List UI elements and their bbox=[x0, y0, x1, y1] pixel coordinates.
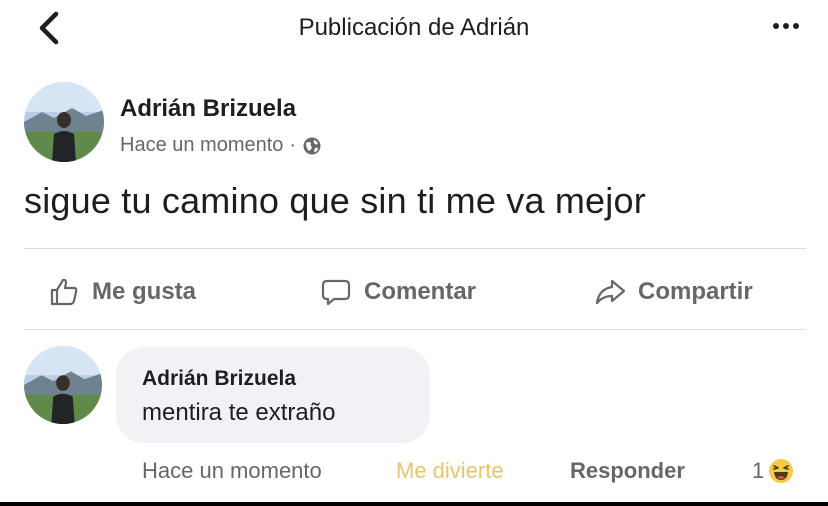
haha-emoji-icon bbox=[769, 459, 794, 483]
like-button[interactable]: Me gusta bbox=[48, 276, 196, 308]
top-bar: Publicación de Adrián bbox=[0, 0, 828, 56]
thumbs-up-icon bbox=[50, 278, 78, 306]
more-dot-icon bbox=[773, 23, 779, 29]
post-author-name[interactable]: Adrián Brizuela bbox=[120, 95, 296, 123]
more-options-button[interactable] bbox=[766, 16, 806, 36]
like-label: Me gusta bbox=[92, 278, 197, 305]
globe-icon[interactable] bbox=[302, 136, 322, 156]
post-author-avatar[interactable] bbox=[24, 82, 104, 162]
comment-bubble[interactable]: Adrián Brizuela mentira te extraño bbox=[116, 347, 430, 443]
comment-author-name[interactable]: Adrián Brizuela bbox=[142, 367, 296, 391]
divider bbox=[24, 329, 806, 330]
reaction-summary[interactable]: 1 bbox=[752, 458, 794, 484]
avatar-photo bbox=[24, 82, 104, 162]
post-meta: Hace un momento · bbox=[120, 134, 322, 157]
more-dot-icon bbox=[793, 23, 799, 29]
share-label: Compartir bbox=[638, 278, 753, 305]
comment-footer: Hace un momento Me divierte Responder 1 bbox=[0, 458, 828, 486]
reaction-count: 1 bbox=[752, 458, 765, 483]
divider bbox=[24, 248, 806, 249]
bottom-border bbox=[0, 502, 828, 506]
post-text: sigue tu camino que sin ti me va mejor bbox=[24, 180, 646, 221]
comment-label: Comentar bbox=[364, 278, 477, 305]
comment-timestamp: Hace un momento bbox=[142, 458, 322, 483]
comment-icon bbox=[321, 279, 351, 306]
comment-button[interactable]: Comentar bbox=[320, 276, 476, 308]
reply-button[interactable]: Responder bbox=[570, 458, 685, 484]
meta-separator: · bbox=[289, 134, 297, 156]
share-button[interactable]: Compartir bbox=[594, 276, 753, 308]
share-arrow-icon bbox=[595, 279, 626, 305]
post-timestamp[interactable]: Hace un momento bbox=[120, 134, 283, 157]
comment-author-avatar[interactable] bbox=[24, 346, 102, 424]
comment-text: mentira te extraño bbox=[142, 399, 336, 426]
post-actions-bar: Me gusta Comentar Compartir bbox=[0, 262, 828, 322]
avatar-photo bbox=[24, 346, 102, 424]
reaction-button[interactable]: Me divierte bbox=[396, 458, 504, 484]
more-dot-icon bbox=[783, 23, 789, 29]
page-title: Publicación de Adrián bbox=[298, 14, 530, 41]
